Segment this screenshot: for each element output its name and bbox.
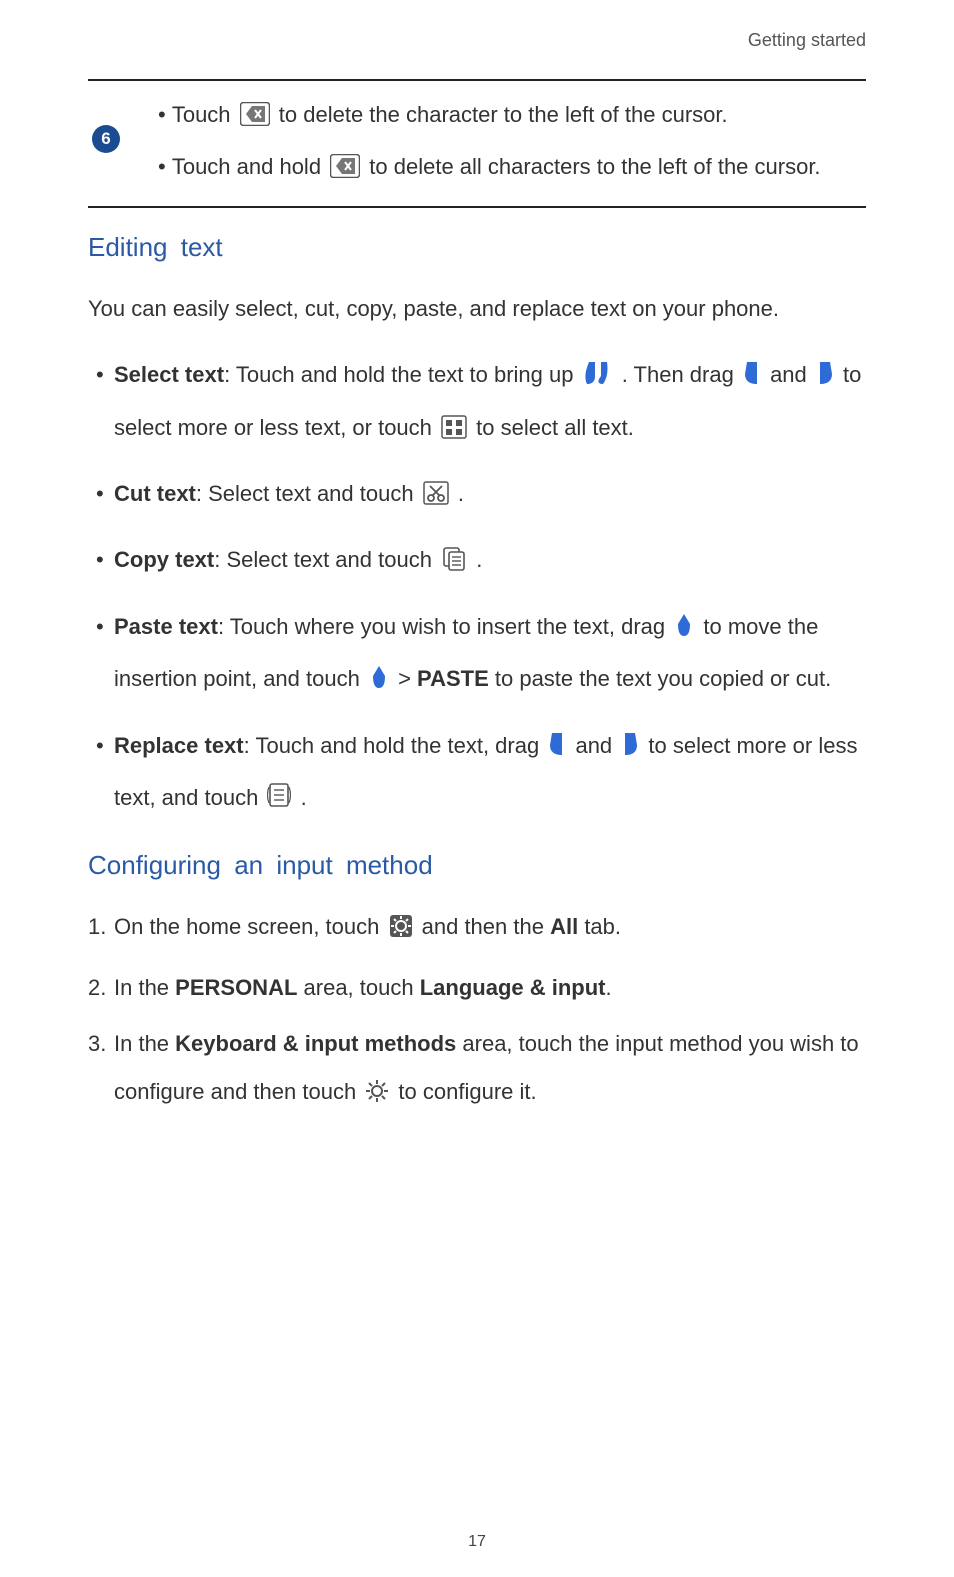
text: . [301, 785, 307, 810]
backspace-icon [240, 95, 270, 143]
cut-icon [423, 474, 449, 522]
text: tab. [578, 914, 621, 939]
label: Replace text [114, 733, 244, 758]
text: : Touch and hold the text to bring up [224, 362, 580, 387]
replace-icon [267, 778, 291, 826]
all-tab: All [550, 914, 578, 939]
insertion-cursor-icon [674, 607, 694, 655]
personal-area: PERSONAL [175, 975, 297, 1000]
step-2: In the PERSONAL area, touch Language & i… [114, 964, 866, 1012]
list-item-cut: Cut text: Select text and touch . [114, 470, 866, 522]
header-title: Getting started [748, 30, 866, 50]
label: Copy text [114, 547, 214, 572]
text: : Touch and hold the text, drag [244, 733, 546, 758]
section-heading-editing-text: Editing text [88, 232, 866, 263]
paste-word: PASTE [417, 666, 489, 691]
label: Paste text [114, 614, 218, 639]
text: Touch [172, 102, 237, 127]
selection-handle-left-icon [743, 355, 761, 403]
insertion-cursor-icon [369, 659, 389, 707]
page-header: Getting started [88, 30, 866, 51]
selection-handle-right-icon [816, 355, 834, 403]
text: and then the [422, 914, 550, 939]
text: Touch and hold [172, 154, 327, 179]
intro-paragraph: You can easily select, cut, copy, paste,… [88, 285, 866, 333]
step-number-badge: 6 [92, 125, 120, 153]
keyboard-input-methods: Keyboard & input methods [175, 1031, 456, 1056]
label: Select text [114, 362, 224, 387]
label: Cut text [114, 481, 196, 506]
language-input: Language & input [420, 975, 606, 1000]
text: . Then drag [622, 362, 740, 387]
list-item-replace: Replace text: Touch and hold the text, d… [114, 722, 866, 827]
text: : Touch where you wish to insert the tex… [218, 614, 671, 639]
step-6-row: 6 • Touch to delete the character to the… [88, 81, 866, 206]
text: . [605, 975, 611, 1000]
list-item-select: Select text: Touch and hold the text to … [114, 351, 866, 456]
text: to paste the text you copied or cut. [489, 666, 831, 691]
text: : Select text and touch [214, 547, 438, 572]
text: : Select text and touch [196, 481, 420, 506]
text: On the home screen, touch [114, 914, 386, 939]
text: to delete all characters to the left of … [369, 154, 820, 179]
selection-handle-left-icon [548, 726, 566, 774]
text: to configure it. [398, 1079, 536, 1104]
page: Getting started 6 • Touch to delete the … [0, 0, 954, 1577]
text: to select all text. [476, 415, 634, 440]
text: In the [114, 1031, 175, 1056]
divider [88, 206, 866, 208]
selection-handles-icon [583, 355, 613, 403]
settings-light-icon [365, 1072, 389, 1120]
backspace-icon [330, 147, 360, 195]
text: to delete the character to the left of t… [279, 102, 728, 127]
settings-dark-icon [389, 907, 413, 955]
page-number: 17 [0, 1533, 954, 1551]
step-3: In the Keyboard & input methods area, to… [114, 1020, 866, 1121]
editing-text-list: Select text: Touch and hold the text to … [88, 351, 866, 826]
step-6-text: • Touch to delete the character to the l… [130, 91, 866, 196]
text: . [476, 547, 482, 572]
text: > [398, 666, 417, 691]
text: and [770, 362, 813, 387]
text: In the [114, 975, 175, 1000]
text: and [575, 733, 618, 758]
step-1: On the home screen, touch and then the A… [114, 903, 866, 955]
text: area, touch [297, 975, 419, 1000]
copy-icon [441, 540, 467, 588]
select-all-icon [441, 408, 467, 456]
section-heading-input-method: Configuring an input method [88, 850, 866, 881]
input-method-steps: On the home screen, touch and then the A… [88, 903, 866, 1121]
selection-handle-right-icon [621, 726, 639, 774]
list-item-paste: Paste text: Touch where you wish to inse… [114, 603, 866, 708]
text: . [458, 481, 464, 506]
list-item-copy: Copy text: Select text and touch . [114, 536, 866, 588]
